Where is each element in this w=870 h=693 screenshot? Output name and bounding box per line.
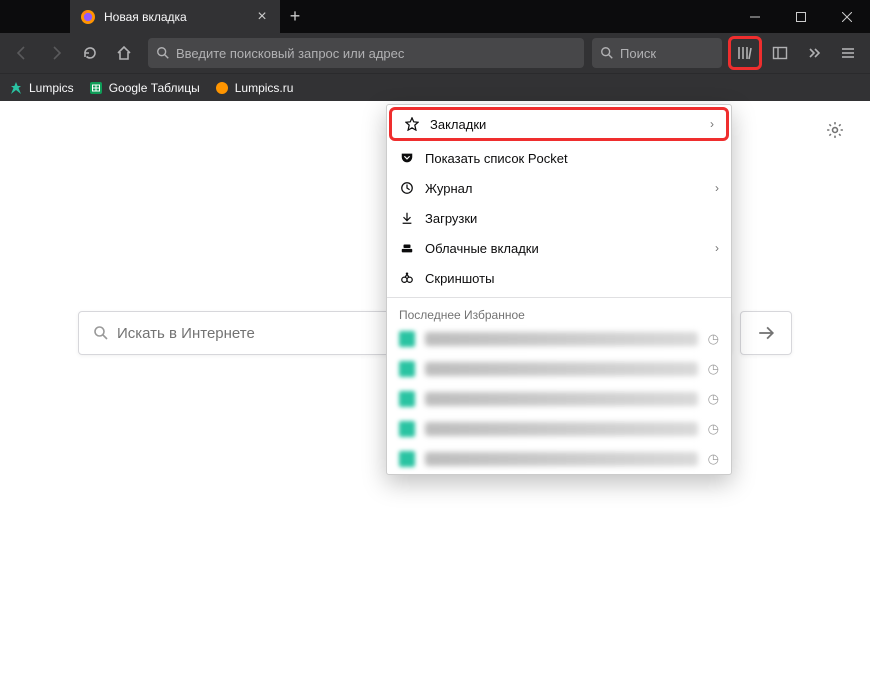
sheets-icon <box>88 80 104 96</box>
library-button[interactable] <box>731 39 759 67</box>
search-icon <box>93 325 109 341</box>
chevron-right-icon: › <box>715 241 719 255</box>
menu-item-label: Закладки <box>430 117 700 132</box>
search-bar[interactable]: Поиск <box>592 38 722 68</box>
menu-item-label: Показать список Pocket <box>425 151 719 166</box>
download-icon <box>399 211 415 225</box>
newtab-search-go[interactable] <box>740 311 792 355</box>
favicon <box>399 361 415 377</box>
recent-header: Последнее Избранное <box>387 302 731 324</box>
forward-button[interactable] <box>40 37 72 69</box>
recent-item[interactable]: ◷ <box>387 384 731 414</box>
history-icon: ◷ <box>708 331 719 347</box>
site-icon <box>214 80 230 96</box>
highlight-library <box>728 36 762 70</box>
close-window-button[interactable] <box>824 0 870 33</box>
search-icon <box>600 46 614 60</box>
bookmark-item[interactable]: Google Таблицы <box>88 80 200 96</box>
recent-item-title <box>425 452 698 466</box>
reload-button[interactable] <box>74 37 106 69</box>
search-placeholder: Поиск <box>620 46 656 61</box>
firefox-icon <box>80 9 96 25</box>
favicon <box>399 391 415 407</box>
cloud-tabs-icon <box>399 241 415 255</box>
star-icon <box>404 117 420 131</box>
recent-item-title <box>425 422 698 436</box>
active-tab[interactable]: Новая вкладка × <box>70 0 280 33</box>
tab-close-button[interactable]: × <box>254 8 270 26</box>
bookmark-item[interactable]: Lumpics <box>8 80 74 96</box>
pocket-icon <box>399 151 415 165</box>
back-button[interactable] <box>6 37 38 69</box>
library-menu: Закладки › Показать список Pocket Журнал… <box>386 104 732 475</box>
window-controls <box>732 0 870 33</box>
history-icon: ◷ <box>708 361 719 377</box>
chevron-right-icon: › <box>715 181 719 195</box>
minimize-button[interactable] <box>732 0 778 33</box>
bookmarks-toolbar: Lumpics Google Таблицы Lumpics.ru <box>0 73 870 101</box>
recent-item[interactable]: ◷ <box>387 354 731 384</box>
chevron-right-icon: › <box>710 117 714 131</box>
overflow-button[interactable] <box>798 37 830 69</box>
search-icon <box>156 46 170 60</box>
recent-item[interactable]: ◷ <box>387 324 731 354</box>
sidebar-button[interactable] <box>764 37 796 69</box>
menu-item-label: Облачные вкладки <box>425 241 705 256</box>
bookmark-label: Lumpics.ru <box>235 81 294 95</box>
menu-separator <box>387 297 731 298</box>
menu-item-screenshots[interactable]: Скриншоты <box>387 263 731 293</box>
history-icon: ◷ <box>708 421 719 437</box>
bookmark-item[interactable]: Lumpics.ru <box>214 80 294 96</box>
recent-item-title <box>425 362 698 376</box>
history-icon <box>399 181 415 195</box>
nav-toolbar: Введите поисковый запрос или адрес Поиск <box>0 33 870 73</box>
favicon <box>399 331 415 347</box>
menu-item-synced-tabs[interactable]: Облачные вкладки › <box>387 233 731 263</box>
recent-item-title <box>425 392 698 406</box>
recent-item[interactable]: ◷ <box>387 444 731 474</box>
maximize-button[interactable] <box>778 0 824 33</box>
titlebar: Новая вкладка × + <box>0 0 870 33</box>
history-icon: ◷ <box>708 451 719 467</box>
screenshot-icon <box>399 271 415 285</box>
url-placeholder: Введите поисковый запрос или адрес <box>176 46 404 61</box>
menu-item-label: Загрузки <box>425 211 719 226</box>
highlight-bookmarks-row: Закладки › <box>389 107 729 141</box>
favicon <box>399 421 415 437</box>
menu-item-pocket[interactable]: Показать список Pocket <box>387 143 731 173</box>
new-tab-button[interactable]: + <box>280 0 310 33</box>
home-button[interactable] <box>108 37 140 69</box>
tab-title: Новая вкладка <box>104 10 246 24</box>
menu-item-downloads[interactable]: Загрузки <box>387 203 731 233</box>
menu-item-history[interactable]: Журнал › <box>387 173 731 203</box>
settings-gear-icon[interactable] <box>826 121 844 139</box>
history-icon: ◷ <box>708 391 719 407</box>
site-icon <box>8 80 24 96</box>
menu-item-label: Журнал <box>425 181 705 196</box>
url-bar[interactable]: Введите поисковый запрос или адрес <box>148 38 584 68</box>
favicon <box>399 451 415 467</box>
menu-item-bookmarks[interactable]: Закладки › <box>392 110 726 138</box>
app-menu-button[interactable] <box>832 37 864 69</box>
recent-item[interactable]: ◷ <box>387 414 731 444</box>
bookmark-label: Google Таблицы <box>109 81 200 95</box>
newtab-search-placeholder: Искать в Интернете <box>117 325 255 342</box>
bookmark-label: Lumpics <box>29 81 74 95</box>
recent-item-title <box>425 332 698 346</box>
menu-item-label: Скриншоты <box>425 271 719 286</box>
